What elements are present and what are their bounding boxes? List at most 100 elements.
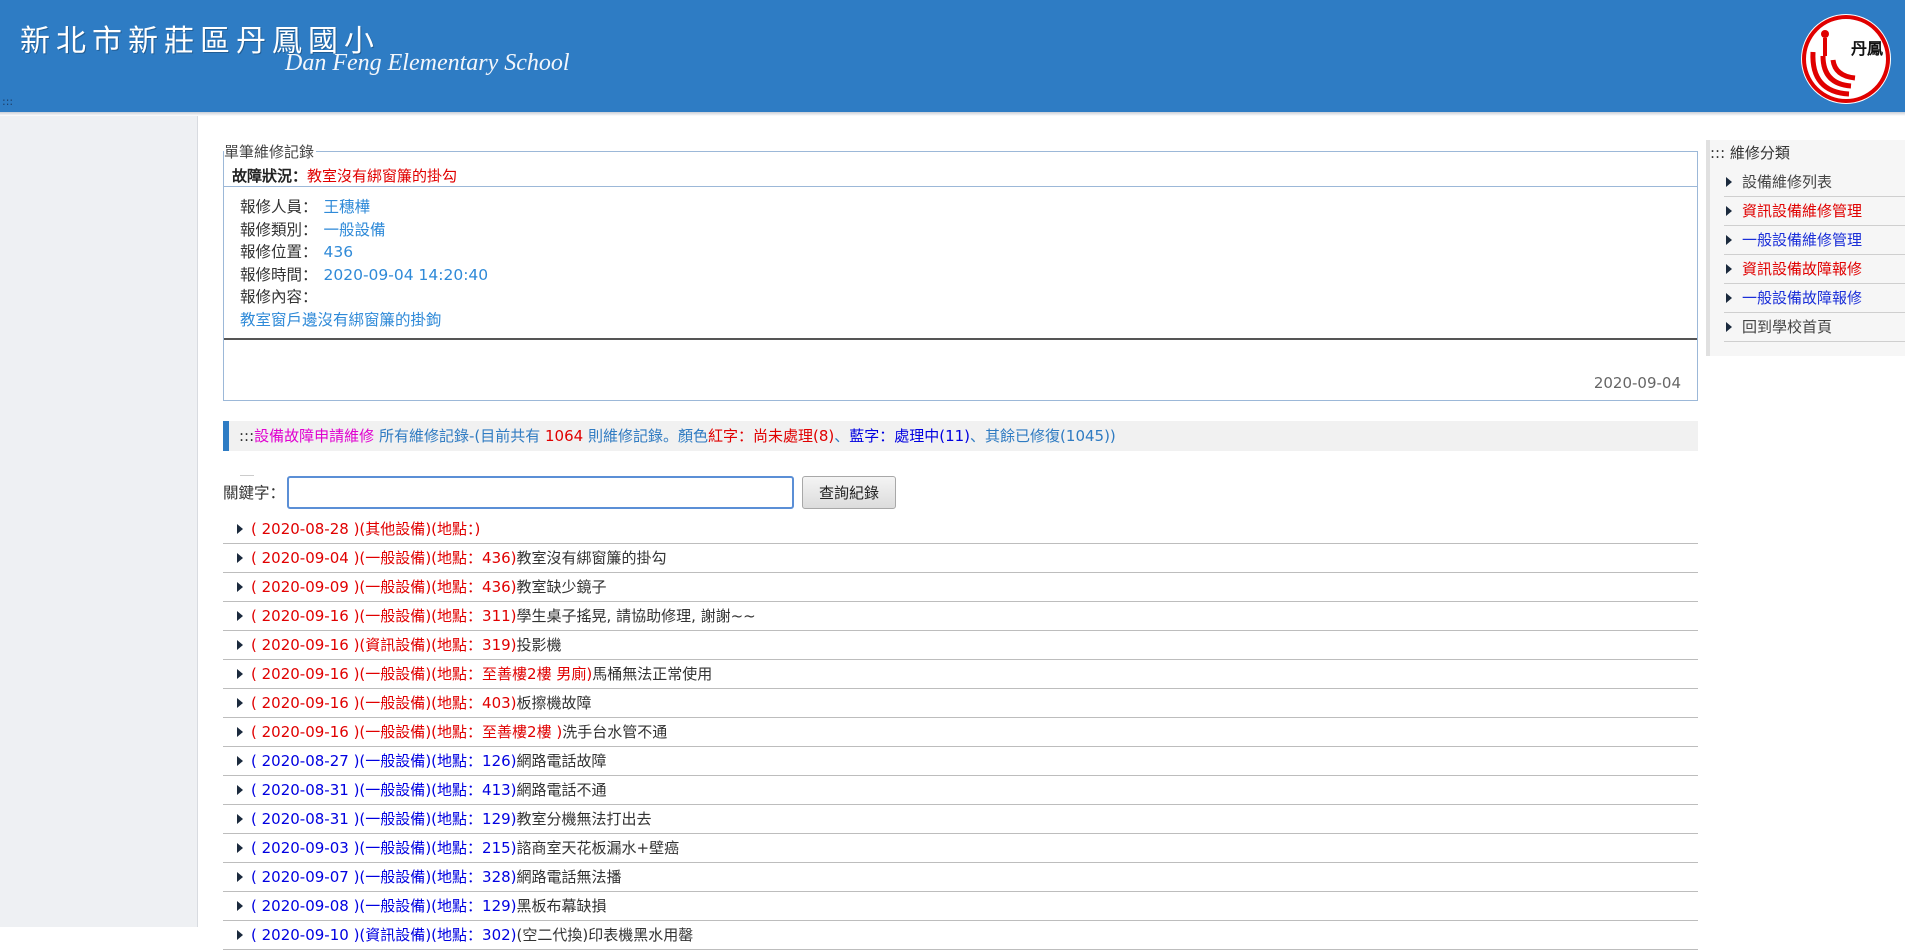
record-row[interactable]: ( 2020-09-09 )(一般設備)(地點：436)教室缺少鏡子	[223, 573, 1698, 602]
search-label: 關鍵字：	[223, 484, 286, 502]
record-row[interactable]: ( 2020-09-03 )(一般設備)(地點：215)諮商室天花板漏水+壁癌	[223, 834, 1698, 863]
record-link[interactable]: ( 2020-09-16 )(一般設備)(地點：403)板擦機故障	[251, 694, 592, 712]
sidebar-menu-item[interactable]: 回到學校首頁	[1724, 313, 1905, 342]
record-row[interactable]: ( 2020-09-04 )(一般設備)(地點：436)教室沒有綁窗簾的掛勾	[223, 544, 1698, 573]
record-date: 2020-08-27	[261, 752, 349, 770]
record-paren: )(	[348, 636, 366, 654]
record-link[interactable]: ( 2020-09-10 )(資訊設備)(地點：302)(空二代換)印表機黑水用…	[251, 926, 693, 944]
record-paren: (	[251, 578, 262, 596]
record-link[interactable]: ( 2020-09-09 )(一般設備)(地點：436)教室缺少鏡子	[251, 578, 607, 596]
triangle-right-icon	[1726, 264, 1732, 274]
record-description: 板擦機故障	[516, 694, 592, 712]
record-link[interactable]: ( 2020-08-31 )(一般設備)(地點：129)教室分機無法打出去	[251, 810, 652, 828]
triangle-right-icon	[237, 930, 243, 940]
record-paren: (	[251, 868, 262, 886]
record-location-label: )(地點：	[425, 897, 483, 915]
record-paren: )(	[348, 810, 366, 828]
sidebar-title: ::: 維修分類	[1710, 144, 1790, 162]
record-link[interactable]: ( 2020-09-04 )(一般設備)(地點：436)教室沒有綁窗簾的掛勾	[251, 549, 667, 567]
triangle-right-icon	[237, 901, 243, 911]
record-date: 2020-09-09	[261, 578, 349, 596]
triangle-right-icon	[1726, 235, 1732, 245]
record-row[interactable]: ( 2020-08-28 )(其他設備)(地點：)	[223, 515, 1698, 544]
record-row[interactable]: ( 2020-09-16 )(資訊設備)(地點：319)投影機	[223, 631, 1698, 660]
record-category: 一般設備	[365, 578, 426, 596]
record-row[interactable]: ( 2020-09-10 )(資訊設備)(地點：302)(空二代換)印表機黑水用…	[223, 921, 1698, 950]
sidebar-menu-item[interactable]: 設備維修列表	[1724, 168, 1905, 197]
sidebar-menu-link[interactable]: 資訊設備故障報修	[1742, 260, 1862, 278]
record-paren: )(	[348, 752, 366, 770]
record-paren: )(	[348, 694, 366, 712]
sidebar-menu-item[interactable]: 資訊設備故障報修	[1724, 255, 1905, 284]
triangle-right-icon	[1726, 322, 1732, 332]
apply-repair-link[interactable]: 設備故障申請維修	[254, 427, 374, 445]
left-sidebar	[0, 116, 198, 927]
record-description: 網路電話不通	[516, 781, 607, 799]
record-paren: (	[251, 752, 262, 770]
record-row[interactable]: ( 2020-08-27 )(一般設備)(地點：126)網路電話故障	[223, 747, 1698, 776]
record-paren: )(	[348, 926, 366, 944]
record-link[interactable]: ( 2020-09-16 )(一般設備)(地點：至善樓2樓 )洗手台水管不通	[251, 723, 667, 741]
record-location: 215	[482, 839, 511, 857]
record-row[interactable]: ( 2020-08-31 )(一般設備)(地點：413)網路電話不通	[223, 776, 1698, 805]
record-row[interactable]: ( 2020-09-16 )(一般設備)(地點：至善樓2樓 )洗手台水管不通	[223, 718, 1698, 747]
record-paren: (	[251, 549, 262, 567]
record-paren: (	[251, 723, 262, 741]
record-location-label: )(地點：	[425, 636, 483, 654]
record-location: 328	[482, 868, 511, 886]
info-text-1: 所有維修記錄-(目前共有	[374, 427, 545, 445]
sidebar-menu-link[interactable]: 回到學校首頁	[1742, 318, 1832, 336]
record-link[interactable]: ( 2020-09-16 )(資訊設備)(地點：319)投影機	[251, 636, 562, 654]
record-paren: (	[251, 636, 262, 654]
record-row[interactable]: ( 2020-08-31 )(一般設備)(地點：129)教室分機無法打出去	[223, 805, 1698, 834]
sidebar-menu-link[interactable]: 設備維修列表	[1742, 173, 1832, 191]
record-category: 一般設備	[365, 810, 426, 828]
reporter-label: 報修人員：	[240, 198, 318, 216]
record-location: 319	[482, 636, 511, 654]
reporter-value: 王穗樺	[323, 198, 371, 216]
sidebar-menu-link[interactable]: 資訊設備維修管理	[1742, 202, 1862, 220]
info-text-2: 則維修記錄。顏色	[583, 427, 708, 445]
record-link[interactable]: ( 2020-09-03 )(一般設備)(地點：215)諮商室天花板漏水+壁癌	[251, 839, 679, 857]
sidebar-menu-item[interactable]: 資訊設備維修管理	[1724, 197, 1905, 226]
triangle-right-icon	[237, 785, 243, 795]
content-label: 報修內容：	[240, 288, 318, 306]
record-link[interactable]: ( 2020-09-07 )(一般設備)(地點：328)網路電話無法播	[251, 868, 622, 886]
record-link[interactable]: ( 2020-08-31 )(一般設備)(地點：413)網路電話不通	[251, 781, 607, 799]
sidebar-menu-item[interactable]: 一般設備維修管理	[1724, 226, 1905, 255]
record-row[interactable]: ( 2020-09-16 )(一般設備)(地點：至善樓2樓 男廁)馬桶無法正常使…	[223, 660, 1698, 689]
keyword-search-input[interactable]	[287, 475, 795, 509]
record-link[interactable]: ( 2020-09-08 )(一般設備)(地點：129)黑板布幕缺損	[251, 897, 607, 915]
query-records-button[interactable]: 查詢紀錄	[802, 475, 897, 509]
sidebar-menu: 設備維修列表資訊設備維修管理 一般設備維修管理 資訊設備故障報修 一般設備故障報修 回到…	[1724, 168, 1905, 342]
record-paren: )(	[348, 607, 366, 625]
record-location: 436	[482, 578, 511, 596]
record-location: 413	[482, 781, 511, 799]
record-paren: (	[251, 665, 262, 683]
sidebar-menu-link[interactable]: 一般設備故障報修	[1742, 289, 1862, 307]
record-date: 2020-09-07	[261, 868, 349, 886]
record-link[interactable]: ( 2020-09-16 )(一般設備)(地點：至善樓2樓 男廁)馬桶無法正常使…	[251, 665, 712, 683]
record-row[interactable]: ( 2020-09-16 )(一般設備)(地點：403)板擦機故障	[223, 689, 1698, 718]
record-paren: (	[251, 897, 262, 915]
record-date: 2020-08-31	[261, 781, 349, 799]
record-category: 資訊設備	[365, 636, 426, 654]
record-paren: )(	[348, 781, 366, 799]
record-description: (空二代換)印表機黑水用罄	[516, 926, 694, 944]
record-row[interactable]: ( 2020-09-08 )(一般設備)(地點：129)黑板布幕缺損	[223, 892, 1698, 921]
record-date: 2020-09-08	[261, 897, 349, 915]
location-value: 436	[323, 243, 354, 261]
reporter-row: 報修人員： 王穗樺	[240, 196, 488, 219]
sidebar-menu-item[interactable]: 一般設備故障報修	[1724, 284, 1905, 313]
triangle-right-icon	[237, 727, 243, 737]
record-row[interactable]: ( 2020-09-16 )(一般設備)(地點：311)學生桌子搖晃, 請協助修…	[223, 602, 1698, 631]
record-link[interactable]: ( 2020-09-16 )(一般設備)(地點：311)學生桌子搖晃, 請協助修…	[251, 607, 756, 625]
record-location-label: )(地點：	[425, 839, 483, 857]
record-link[interactable]: ( 2020-08-27 )(一般設備)(地點：126)網路電話故障	[251, 752, 607, 770]
record-link[interactable]: ( 2020-08-28 )(其他設備)(地點：)	[251, 520, 480, 538]
record-location-label: )(地點：	[425, 607, 483, 625]
record-date: 2020-09-10	[261, 926, 349, 944]
sidebar-menu-link[interactable]: 一般設備維修管理	[1742, 231, 1862, 249]
record-row[interactable]: ( 2020-09-07 )(一般設備)(地點：328)網路電話無法播	[223, 863, 1698, 892]
record-category: 一般設備	[365, 839, 426, 857]
